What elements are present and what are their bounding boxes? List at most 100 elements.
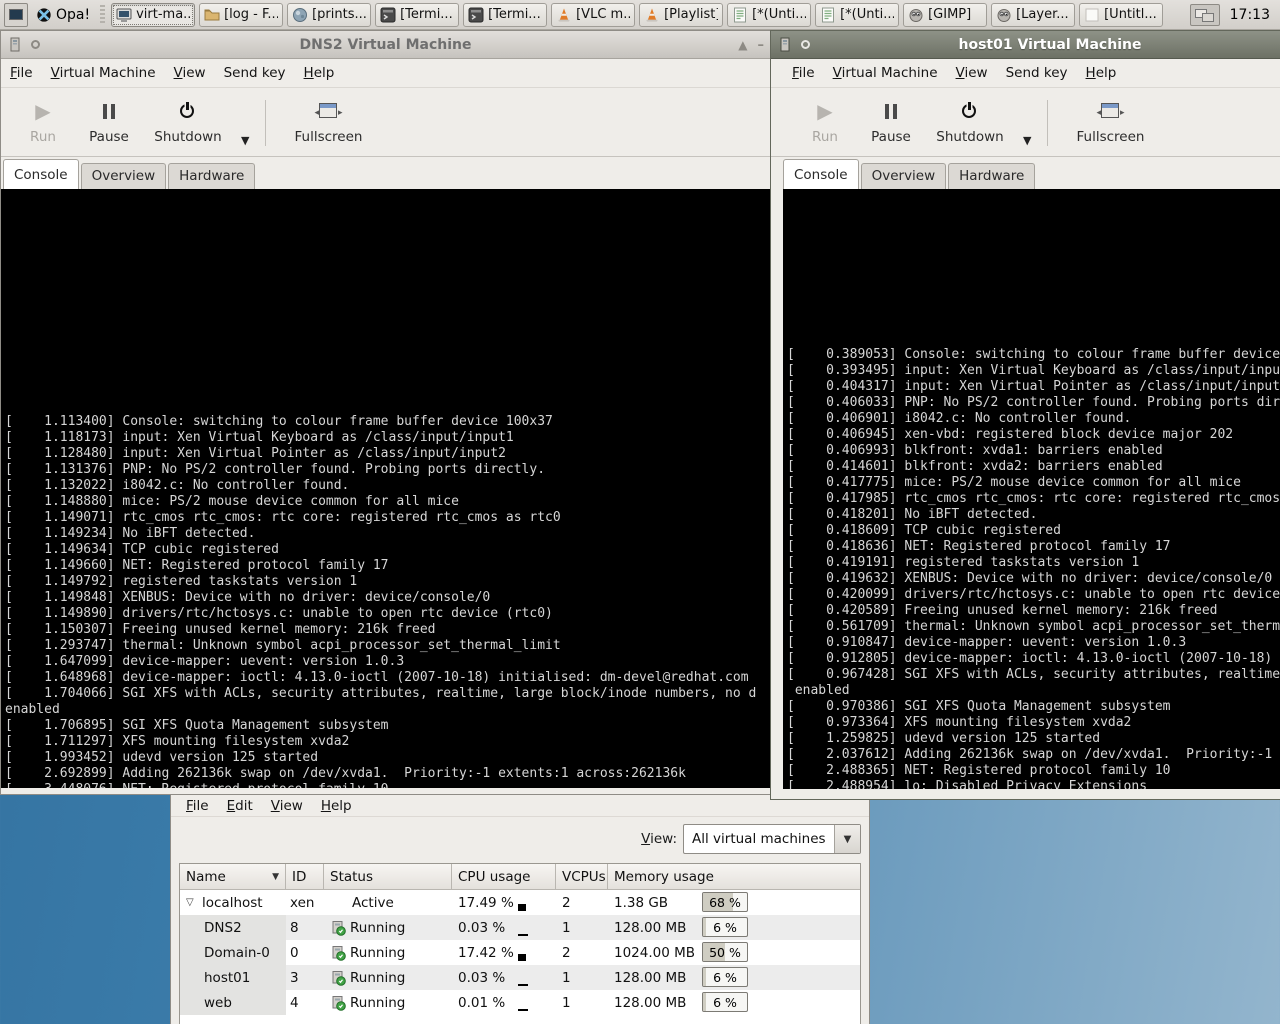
host01-console[interactable]: [ 0.389053] Console: switching to colour… xyxy=(783,189,1280,789)
workspace-pager[interactable] xyxy=(1190,4,1220,26)
expander-icon[interactable]: ▽ xyxy=(186,897,194,908)
menu-send-key[interactable]: Send key xyxy=(997,65,1077,81)
tab-hardware[interactable]: Hardware xyxy=(168,163,255,189)
shutdown-button[interactable]: Shutdown xyxy=(145,98,231,145)
table-row-web[interactable]: web 4 Running 0.01 % 1 128.00 MB xyxy=(180,990,860,1015)
clock: 17:13 xyxy=(1224,7,1276,23)
table-row-domain0[interactable]: Domain-0 0 Running 17.42 % 2 1024.00 MB xyxy=(180,940,860,965)
tab-overview[interactable]: Overview xyxy=(861,163,947,189)
tab-console[interactable]: Console xyxy=(783,159,859,189)
shade-button[interactable]: ▲ xyxy=(738,38,747,52)
task-button-editor-2[interactable]: [*(Unti... xyxy=(815,3,899,27)
menu-edit[interactable]: Edit xyxy=(218,798,262,814)
menu-virtual-machine[interactable]: Virtual Machine xyxy=(824,65,947,81)
power-icon xyxy=(961,102,979,120)
menu-file[interactable]: File xyxy=(177,798,218,814)
fullscreen-button[interactable]: ◂▸ Fullscreen xyxy=(282,98,374,145)
task-button-playlist[interactable]: [Playlist] xyxy=(639,3,723,27)
console-line: [ 0.910847] device-mapper: uevent: versi… xyxy=(787,635,1280,651)
console-line: [ 1.711297] XFS mounting filesystem xvda… xyxy=(5,734,770,750)
console-line: [ 2.037612] Adding 262136k swap on /dev/… xyxy=(787,747,1280,763)
table-row-host01[interactable]: host01 3 Running 0.03 % 1 128.00 MB xyxy=(180,965,860,990)
menu-view[interactable]: View xyxy=(165,65,215,81)
task-button-untitled[interactable]: [Untitl... xyxy=(1079,3,1163,27)
menu-view[interactable]: View xyxy=(947,65,997,81)
sticky-button[interactable] xyxy=(31,40,40,49)
pause-button[interactable]: Pause xyxy=(855,98,927,145)
host01-vm-window: host01 Virtual Machine File Virtual Mach… xyxy=(770,30,1280,800)
fullscreen-button[interactable]: ◂▸ Fullscreen xyxy=(1064,98,1156,145)
task-button-vlc[interactable]: [VLC m... xyxy=(551,3,635,27)
run-button[interactable]: ▶ Run xyxy=(13,98,73,145)
dns2-console[interactable]: [ 1.113400] Console: switching to colour… xyxy=(1,189,770,788)
console-line: [ 0.420589] Freeing unused kernel memory… xyxy=(787,603,1280,619)
task-button-terminal-2[interactable]: [Termi... xyxy=(463,3,547,27)
task-button-editor-1[interactable]: [*(Unti... xyxy=(727,3,811,27)
terminal-icon xyxy=(380,7,396,23)
pause-button[interactable]: Pause xyxy=(73,98,145,145)
console-line: enabled xyxy=(5,702,770,718)
chevron-down-icon[interactable]: ▼ xyxy=(834,825,860,853)
menu-file[interactable]: File xyxy=(783,65,824,81)
menu-send-key[interactable]: Send key xyxy=(215,65,295,81)
show-desktop-button[interactable] xyxy=(4,3,28,27)
console-line: [ 1.149660] NET: Registered protocol fam… xyxy=(5,558,770,574)
table-row-localhost[interactable]: ▽ localhost xen Active 17.49 % 2 1.38 GB… xyxy=(180,890,860,915)
minimize-button[interactable]: – xyxy=(758,38,765,53)
menu-view[interactable]: View xyxy=(262,798,312,814)
column-header-cpu[interactable]: CPU usage xyxy=(452,864,556,890)
dns2-vm-window: DNS2 Virtual Machine ▲ – File Virtual Ma… xyxy=(0,30,771,795)
column-header-id[interactable]: ID xyxy=(286,864,324,890)
task-button-log[interactable]: [log - F... xyxy=(199,3,283,27)
console-line: [ 1.704066] SGI XFS with ACLs, security … xyxy=(5,686,770,702)
host01-menubar: File Virtual Machine View Send key Help xyxy=(771,59,1280,88)
host01-toolbar: ▶ Run Pause Shutdown ▼ ◂▸ Fullscreen xyxy=(771,88,1280,157)
view-filter-combobox[interactable]: All virtual machines ▼ xyxy=(683,824,861,854)
tab-overview[interactable]: Overview xyxy=(81,163,167,189)
console-line: [ 0.406901] i8042.c: No controller found… xyxy=(787,411,1280,427)
console-line: [ 1.647099] device-mapper: uevent: versi… xyxy=(5,654,770,670)
tab-console[interactable]: Console xyxy=(3,159,79,189)
tab-hardware[interactable]: Hardware xyxy=(948,163,1035,189)
table-row-dns2[interactable]: DNS2 8 Running 0.03 % 1 128.00 MB xyxy=(180,915,860,940)
console-line: [ 0.417775] mice: PS/2 mouse device comm… xyxy=(787,475,1280,491)
console-line: [ 1.993452] udevd version 125 started xyxy=(5,750,770,766)
column-header-name[interactable]: Name ▼ xyxy=(180,864,286,890)
shutdown-button[interactable]: Shutdown xyxy=(927,98,1013,145)
task-button-layers[interactable]: [Layer... xyxy=(991,3,1075,27)
column-header-status[interactable]: Status xyxy=(324,864,452,890)
shutdown-menu-arrow[interactable]: ▼ xyxy=(241,134,249,147)
dns2-titlebar[interactable]: DNS2 Virtual Machine ▲ – xyxy=(1,31,770,59)
task-button-virt-manager[interactable]: virt-ma... xyxy=(111,3,195,27)
taskbar-grip xyxy=(100,5,105,25)
host01-titlebar[interactable]: host01 Virtual Machine xyxy=(771,31,1280,59)
menu-help[interactable]: Help xyxy=(1077,65,1126,81)
menu-virtual-machine[interactable]: Virtual Machine xyxy=(42,65,165,81)
run-button[interactable]: ▶ Run xyxy=(795,98,855,145)
console-line: [ 0.417985] rtc_cmos rtc_cmos: rtc core:… xyxy=(787,491,1280,507)
view-filter-row: View: All virtual machines ▼ xyxy=(171,817,869,861)
shutdown-menu-arrow[interactable]: ▼ xyxy=(1023,134,1031,147)
dns2-toolbar: ▶ Run Pause Shutdown ▼ ◂▸ Fullscreen xyxy=(1,88,770,157)
task-button-terminal-1[interactable]: [Termi... xyxy=(375,3,459,27)
console-line: [ 1.132022] i8042.c: No controller found… xyxy=(5,478,770,494)
task-button-prints[interactable]: [prints... xyxy=(287,3,371,27)
menu-file[interactable]: File xyxy=(1,65,42,81)
menu-help[interactable]: Help xyxy=(295,65,344,81)
console-line: [ 1.118173] input: Xen Virtual Keyboard … xyxy=(5,430,770,446)
console-line: [ 1.128480] input: Xen Virtual Pointer a… xyxy=(5,446,770,462)
cpu-sparkline xyxy=(518,984,528,986)
cpu-sparkline xyxy=(518,934,528,936)
vm-running-icon xyxy=(330,945,346,961)
memory-progressbar: 50 % xyxy=(702,942,748,962)
sticky-button[interactable] xyxy=(801,40,810,49)
console-line: [ 0.970386] SGI XFS Quota Management sub… xyxy=(787,699,1280,715)
console-line: [ 2.488365] NET: Registered protocol fam… xyxy=(787,763,1280,779)
column-header-memory[interactable]: Memory usage xyxy=(608,864,860,890)
task-button-gimp[interactable]: [GIMP] xyxy=(903,3,987,27)
opa-launcher[interactable]: Opa! xyxy=(32,7,94,23)
pause-icon xyxy=(885,104,897,119)
menu-help[interactable]: Help xyxy=(312,798,361,814)
column-header-vcpus[interactable]: VCPUs xyxy=(556,864,608,890)
toolbar-separator xyxy=(265,100,266,146)
